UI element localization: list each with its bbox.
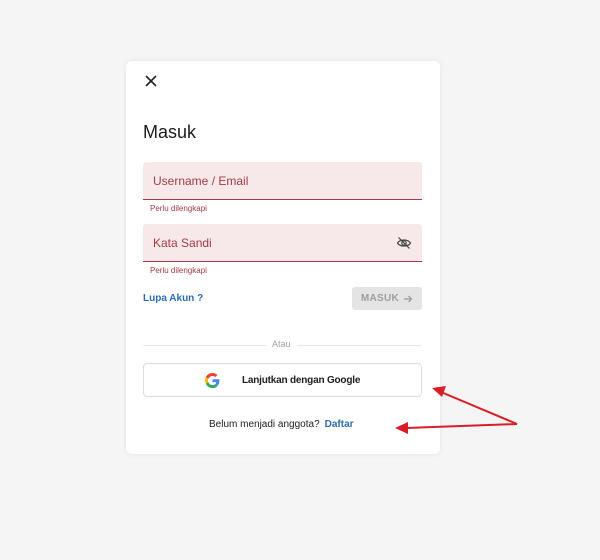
divider-label: Atau bbox=[266, 339, 297, 349]
google-icon bbox=[205, 373, 220, 388]
register-link[interactable]: Daftar bbox=[325, 419, 354, 430]
login-submit-label: MASUK bbox=[360, 293, 400, 304]
login-submit-button[interactable]: MASUK bbox=[352, 287, 422, 310]
username-field-container bbox=[143, 162, 422, 200]
password-input[interactable] bbox=[143, 224, 422, 261]
register-row: Belum menjadi anggota? Daftar bbox=[209, 419, 354, 430]
register-prompt: Belum menjadi anggota? bbox=[209, 419, 320, 430]
forgot-account-link[interactable]: Lupa Akun ? bbox=[143, 293, 203, 304]
arrow-right-icon bbox=[404, 295, 413, 302]
login-modal: Masuk Perlu dilengkapi Perlu dilengkapi … bbox=[126, 61, 440, 454]
google-signin-label: Lanjutkan dengan Google bbox=[242, 375, 361, 386]
google-signin-button[interactable]: Lanjutkan dengan Google bbox=[143, 363, 422, 397]
annotation-arrow-google bbox=[432, 386, 518, 425]
close-icon[interactable] bbox=[142, 72, 160, 90]
username-email-input[interactable] bbox=[143, 162, 422, 199]
password-error-text: Perlu dilengkapi bbox=[150, 266, 207, 275]
password-field-container bbox=[143, 224, 422, 262]
login-title: Masuk bbox=[143, 122, 197, 142]
eye-slash-icon[interactable] bbox=[396, 235, 412, 251]
username-error-text: Perlu dilengkapi bbox=[150, 204, 207, 213]
